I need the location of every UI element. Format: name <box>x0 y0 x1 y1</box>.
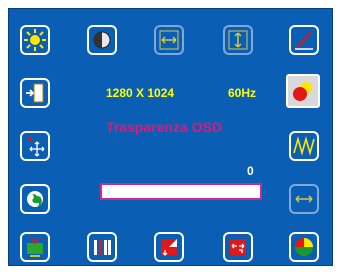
expand-icon[interactable] <box>223 232 253 262</box>
contrast-icon[interactable] <box>87 25 117 55</box>
horizontal-position-icon[interactable] <box>154 25 184 55</box>
menu-title: Trasparenza OSD <box>106 119 222 135</box>
language-icon[interactable] <box>20 184 50 214</box>
tools-icon[interactable] <box>87 232 117 262</box>
horizontal-size-icon[interactable] <box>289 184 319 214</box>
osd-transparency-icon[interactable] <box>286 74 320 108</box>
osd-panel: 1280 X 1024 60Hz Trasparenza OSD 0 <box>8 8 333 266</box>
edit-icon[interactable] <box>289 25 319 55</box>
resolution-label: 1280 X 1024 <box>106 86 175 100</box>
level-slider[interactable] <box>100 183 262 200</box>
reset-icon[interactable] <box>154 232 184 262</box>
color-icon[interactable] <box>289 232 319 262</box>
vertical-position-icon[interactable] <box>223 25 253 55</box>
brightness-icon[interactable] <box>20 25 50 55</box>
value-readout: 0 <box>247 164 254 178</box>
tv-icon[interactable] <box>20 232 50 262</box>
frequency-label: 60Hz <box>228 86 257 100</box>
move-icon[interactable] <box>20 131 50 161</box>
exit-icon[interactable] <box>20 78 50 108</box>
osd-screen: 1280 X 1024 60Hz Trasparenza OSD 0 <box>0 0 341 274</box>
waveform-icon[interactable] <box>289 131 319 161</box>
